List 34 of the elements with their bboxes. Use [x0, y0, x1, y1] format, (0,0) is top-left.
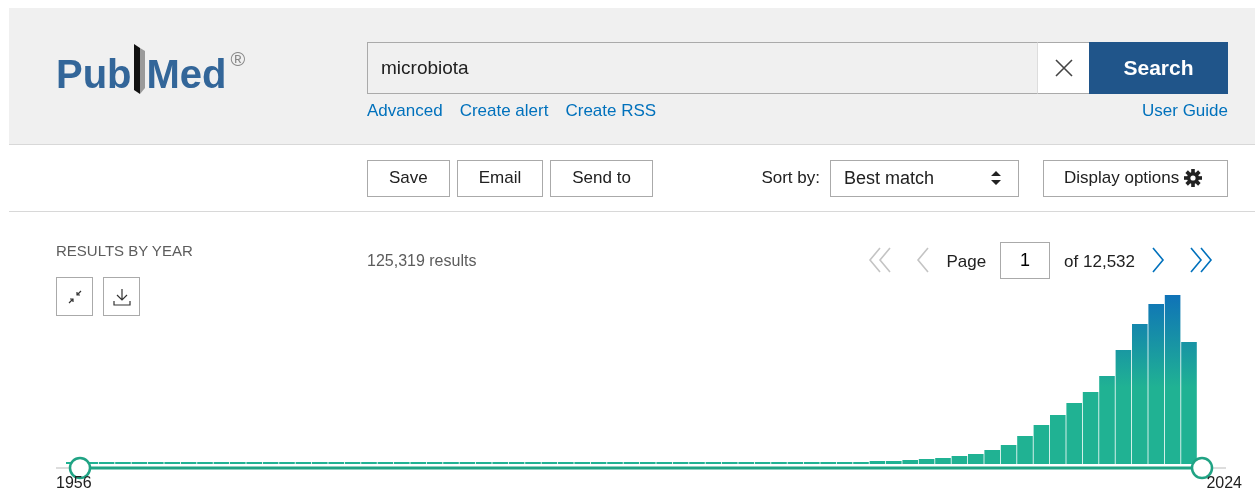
up-down-arrows-icon	[990, 169, 1002, 187]
histogram-bar	[984, 450, 1000, 464]
toolbar-button[interactable]: Email	[456, 159, 544, 197]
close-icon[interactable]	[1037, 42, 1089, 94]
histogram-bar	[1082, 392, 1099, 464]
gear-icon	[1183, 168, 1204, 188]
sort-label: Sort by:	[761, 168, 820, 188]
start-year: 1956	[56, 474, 92, 492]
toolbar-button[interactable]: Save	[367, 159, 450, 197]
display-options-button[interactable]: Display options	[1043, 159, 1228, 197]
collapse-icon[interactable]	[56, 277, 93, 316]
logo-text: Pub	[56, 52, 132, 97]
search-link[interactable]: Advanced	[367, 101, 443, 121]
section-heading: RESULTS BY YEAR	[56, 242, 194, 259]
sort-dropdown[interactable]: Best match	[830, 159, 1019, 197]
end-year: 2024	[1206, 474, 1242, 492]
book-icon	[133, 44, 145, 94]
logo-text: Med	[146, 52, 227, 97]
user-guide-link[interactable]: User Guide	[1142, 101, 1228, 121]
search-field[interactable]: microbiota	[367, 42, 1037, 94]
search-link[interactable]: Create RSS	[565, 101, 657, 121]
results-count: 125,319 results	[367, 252, 478, 271]
histogram-bar	[1050, 415, 1066, 464]
page-total: of 12,532	[1064, 252, 1135, 272]
download-icon[interactable]	[103, 277, 140, 316]
histogram-bar	[1033, 425, 1050, 464]
histogram-bar	[968, 454, 984, 464]
toolbar-button[interactable]: Send to	[550, 159, 653, 197]
registered-mark: ®	[230, 48, 246, 71]
search-link[interactable]: Create alert	[459, 101, 549, 121]
page-number-field[interactable]: 1	[1000, 242, 1051, 279]
search-button[interactable]: Search	[1089, 42, 1228, 94]
histogram-bar	[1066, 403, 1082, 464]
page-label: Page	[946, 252, 987, 272]
